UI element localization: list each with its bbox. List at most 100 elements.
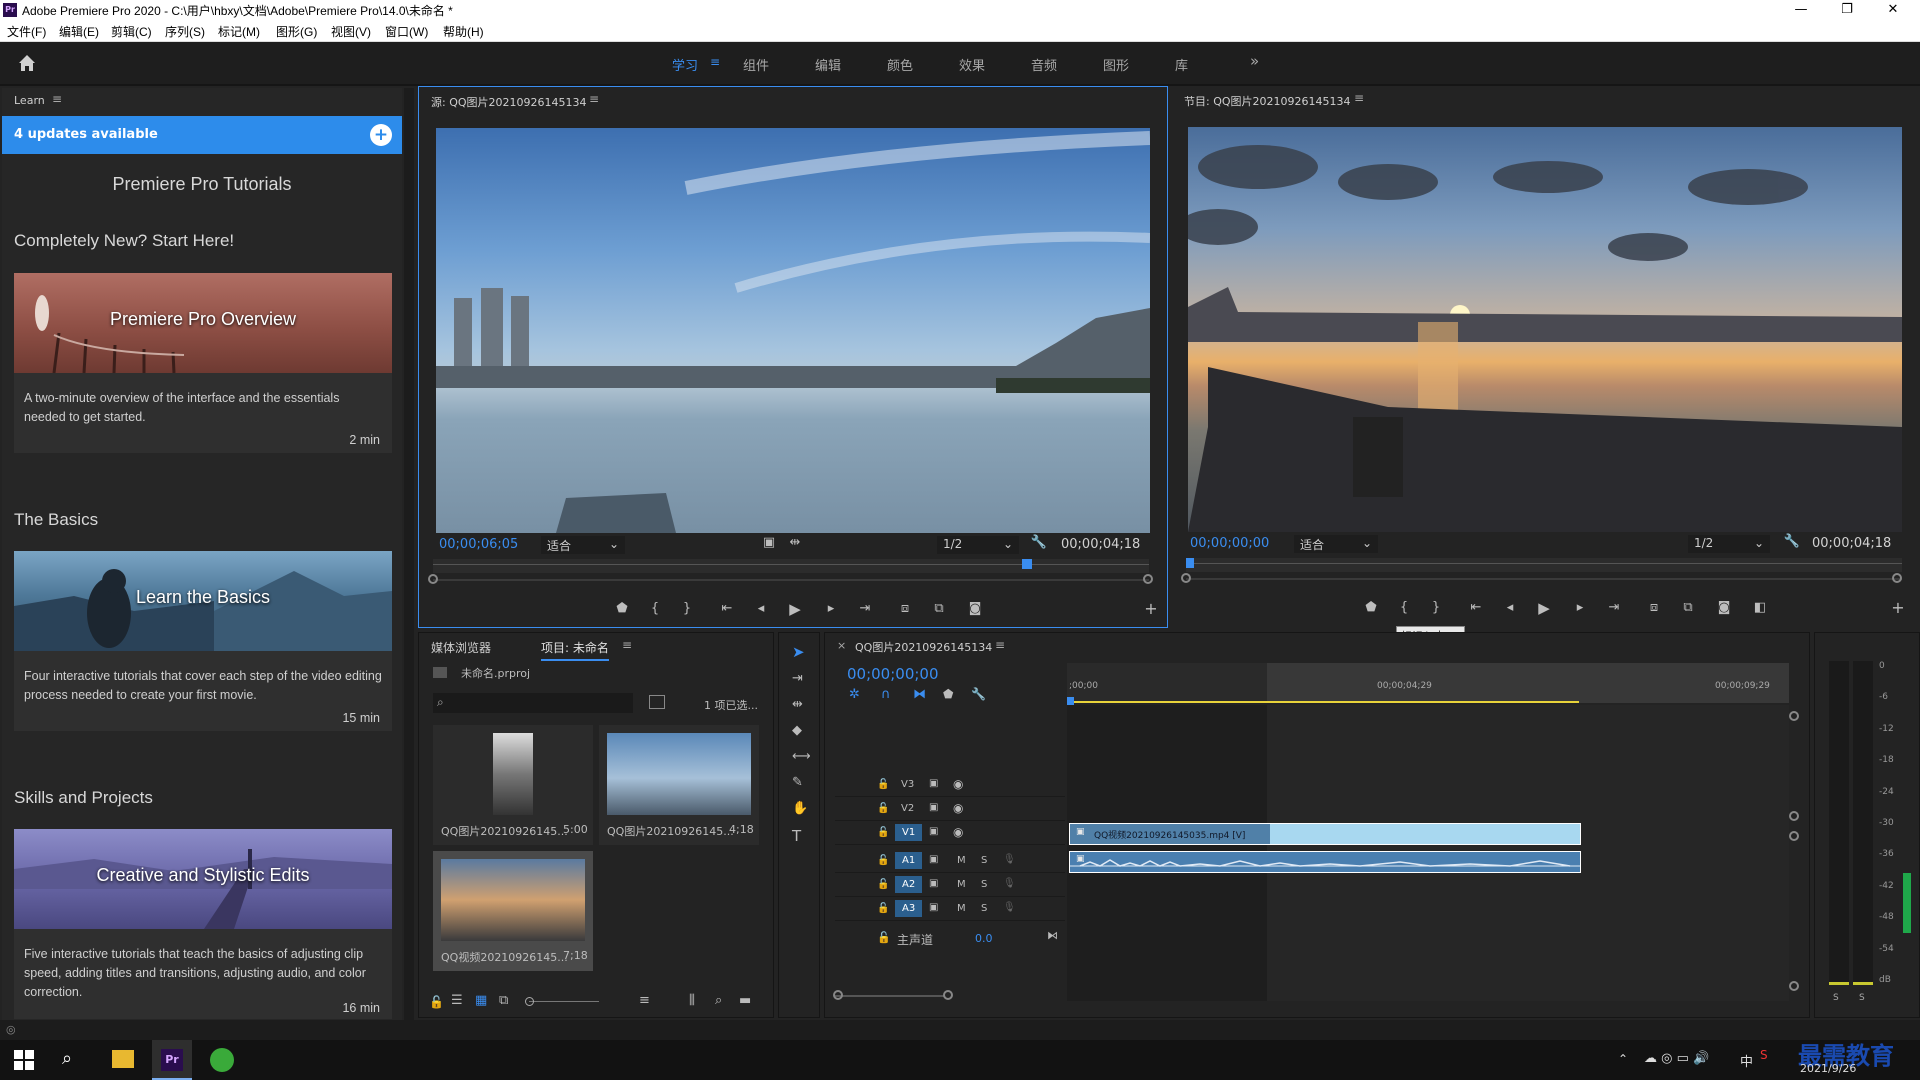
mute-button[interactable]: M <box>957 855 966 866</box>
program-video-frame[interactable] <box>1188 127 1902 532</box>
workspace-menu-icon[interactable]: ≡ <box>710 55 720 69</box>
step-back-icon[interactable]: ◂ <box>1500 600 1520 615</box>
workspace-tab-learn[interactable]: 学习 <box>672 55 698 74</box>
zoom-handle[interactable] <box>1181 573 1191 583</box>
vertical-scroll-handle[interactable] <box>1789 981 1799 991</box>
track-name[interactable]: A1 <box>895 852 923 869</box>
tray-chevron-icon[interactable]: ⌃ <box>1618 1052 1628 1066</box>
zoom-handle[interactable] <box>428 574 438 584</box>
program-resolution-dropdown[interactable]: 1/2 ⌄ <box>1688 535 1770 553</box>
icon-view-icon[interactable]: ▦ <box>475 993 487 1008</box>
track-select-tool-icon[interactable]: ⇥ <box>792 671 803 686</box>
zoom-handle[interactable] <box>1143 574 1153 584</box>
mark-out-icon[interactable]: } <box>1426 600 1446 615</box>
wrench-icon[interactable]: 🔧 <box>1782 534 1802 549</box>
automate-to-sequence-icon[interactable]: ⫼ <box>689 993 695 1008</box>
solo-left-button[interactable]: S <box>1833 993 1839 1003</box>
button-editor-plus-icon[interactable]: + <box>1888 598 1908 617</box>
close-sequence-icon[interactable]: × <box>837 639 846 652</box>
menu-help[interactable]: 帮助(H) <box>443 23 484 40</box>
timeline-horizontal-scrollbar[interactable] <box>835 995 945 997</box>
panel-menu-icon[interactable]: ≡ <box>1354 91 1364 105</box>
audio-clip[interactable]: ▣ <box>1069 851 1581 873</box>
sync-lock-icon[interactable]: ▣ <box>929 854 938 865</box>
panel-menu-icon[interactable]: ≡ <box>52 92 62 106</box>
go-to-end-icon[interactable]: ⧑ <box>1047 929 1058 942</box>
lock-icon[interactable]: 🔓 <box>877 779 889 790</box>
button-editor-plus-icon[interactable]: + <box>1141 599 1161 618</box>
play-icon[interactable]: ▶ <box>1534 599 1554 617</box>
source-timecode[interactable]: 00;00;06;05 <box>439 537 518 552</box>
sync-lock-icon[interactable]: ▣ <box>929 778 938 789</box>
lift-icon[interactable]: ⧈ <box>1644 600 1664 615</box>
vertical-scroll-handle[interactable] <box>1789 831 1799 841</box>
mark-in-icon[interactable]: { <box>1394 600 1414 615</box>
sort-icon[interactable]: ≡ <box>639 993 650 1008</box>
eye-icon[interactable]: ◉ <box>953 777 963 791</box>
sync-lock-icon[interactable]: ▣ <box>929 802 938 813</box>
list-view-icon[interactable]: ☰ <box>451 993 463 1008</box>
sync-lock-icon[interactable]: ▣ <box>929 878 938 889</box>
zoom-slider-handle[interactable] <box>525 997 534 1006</box>
time-ruler[interactable]: ;00;00 00;00;04;29 00;00;09;29 <box>1067 663 1789 703</box>
menu-edit[interactable]: 编辑(E) <box>59 23 99 40</box>
linked-selection-icon[interactable]: ⧓ <box>913 687 926 702</box>
solo-button[interactable]: S <box>981 855 987 866</box>
panel-menu-icon[interactable]: ≡ <box>622 638 632 652</box>
sogou-icon[interactable]: S <box>1760 1048 1768 1062</box>
program-timecode[interactable]: 00;00;00;00 <box>1190 536 1269 551</box>
step-forward-icon[interactable]: ▸ <box>1570 600 1590 615</box>
find-icon[interactable]: ⌕ <box>715 993 722 1008</box>
ime-indicator[interactable]: 中 <box>1740 1051 1753 1070</box>
timeline-timecode[interactable]: 00;00;00;00 <box>847 665 939 683</box>
pen-tool-icon[interactable]: ✎ <box>792 775 803 790</box>
tab-project[interactable]: 项目: 未命名 <box>541 639 609 661</box>
menu-clip[interactable]: 剪辑(C) <box>111 23 152 40</box>
tray-icons[interactable]: ☁ ◎ ▭ 🔊 <box>1644 1051 1709 1066</box>
scroll-handle[interactable] <box>833 990 843 1000</box>
minimize-button[interactable]: — <box>1778 0 1824 20</box>
go-to-out-icon[interactable]: ⇥ <box>855 601 875 616</box>
search-icon[interactable]: ⌕ <box>62 1048 72 1069</box>
tutorial-card-basics[interactable]: Learn the Basics Four interactive tutori… <box>14 551 392 731</box>
tutorial-card-overview[interactable]: Premiere Pro Overview A two-minute overv… <box>14 273 392 453</box>
step-back-icon[interactable]: ◂ <box>751 601 771 616</box>
eye-icon[interactable]: ◉ <box>953 825 963 839</box>
more-workspaces-icon[interactable]: » <box>1250 52 1259 70</box>
workspace-tab-assembly[interactable]: 组件 <box>743 55 769 74</box>
selection-tool-icon[interactable]: ➤ <box>792 643 805 661</box>
clock-date[interactable]: 2021/9/26 <box>1800 1062 1856 1075</box>
eye-icon[interactable]: ◉ <box>953 801 963 815</box>
add-marker-icon[interactable]: ⬟ <box>1361 600 1381 615</box>
master-volume[interactable]: 0.0 <box>975 932 993 945</box>
drag-video-icon[interactable]: ⇹ <box>785 535 805 550</box>
compare-view-icon[interactable]: ◧ <box>1750 600 1770 615</box>
taskbar-premiere-button[interactable]: Pr <box>152 1040 192 1080</box>
workspace-tab-audio[interactable]: 音频 <box>1031 55 1057 74</box>
go-to-out-icon[interactable]: ⇥ <box>1604 600 1624 615</box>
menu-file[interactable]: 文件(F) <box>7 23 46 40</box>
tab-media-browser[interactable]: 媒体浏览器 <box>431 639 491 656</box>
lock-icon[interactable]: 🔓 <box>877 803 889 814</box>
source-monitor-title[interactable]: 源: QQ图片20210926145134 <box>431 94 587 110</box>
video-clip[interactable]: ▣ QQ视频20210926145035.mp4 [V] <box>1069 823 1581 845</box>
project-item[interactable]: QQ图片20210926145... 5:00 <box>433 725 593 845</box>
nest-toggle-icon[interactable]: ✲ <box>849 687 860 702</box>
ripple-edit-tool-icon[interactable]: ⇹ <box>792 697 803 712</box>
project-search-input[interactable]: ⌕ <box>433 693 633 713</box>
workspace-tab-graphics[interactable]: 图形 <box>1103 55 1129 74</box>
solo-right-button[interactable]: S <box>1859 993 1865 1003</box>
sequence-name[interactable]: QQ图片20210926145134 <box>855 639 992 655</box>
go-to-in-icon[interactable]: ⇤ <box>717 601 737 616</box>
microphone-icon[interactable]: 🎙 <box>1003 878 1016 889</box>
restore-button[interactable]: ❐ <box>1824 0 1870 20</box>
lock-icon[interactable]: 🔓 <box>877 931 891 944</box>
insert-icon[interactable]: ⧈ <box>895 601 915 616</box>
file-explorer-icon[interactable] <box>112 1050 134 1068</box>
mute-button[interactable]: M <box>957 903 966 914</box>
workspace-tab-effects[interactable]: 效果 <box>959 55 985 74</box>
menu-window[interactable]: 窗口(W) <box>385 23 428 40</box>
camera-icon[interactable]: ◙ <box>1714 600 1734 615</box>
lock-icon[interactable]: 🔓 <box>877 855 889 866</box>
learn-scrollbar[interactable] <box>404 88 414 1020</box>
